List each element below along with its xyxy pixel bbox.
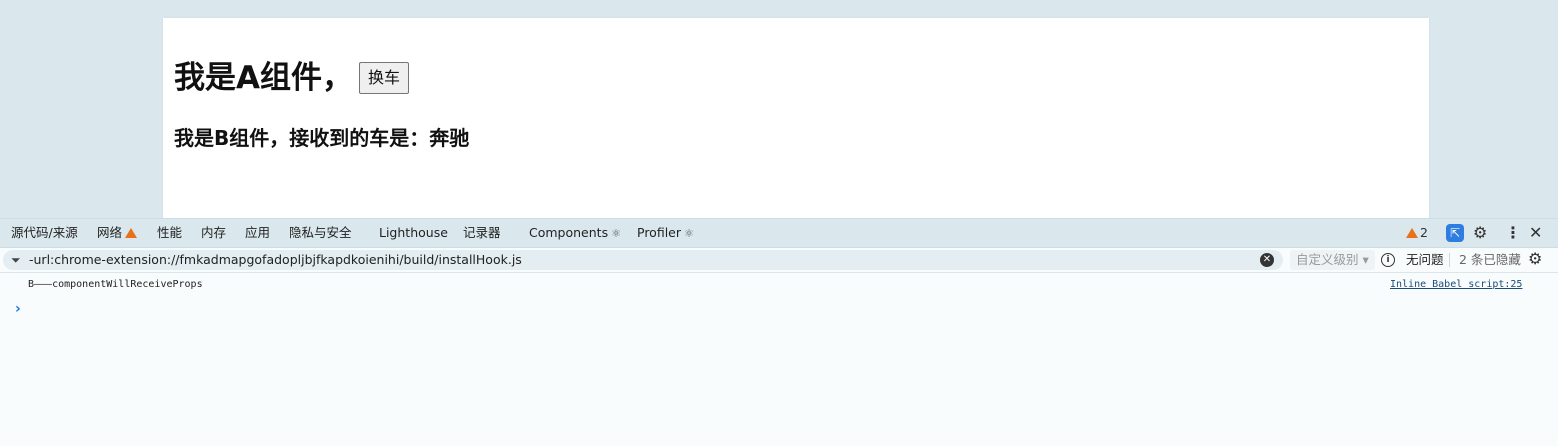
tab-memory[interactable]: 内存	[201, 219, 226, 247]
devtools-panel: 源代码/来源 网络 性能 内存 应用 隐私与安全 Lighthouse 记录器 …	[0, 218, 1558, 446]
warning-icon	[1406, 228, 1418, 238]
warnings-badge[interactable]: 2	[1406, 219, 1428, 247]
page-preview: 我是A组件， 换车 我是B组件，接收到的车是：奔驰	[163, 18, 1429, 218]
divider	[1449, 253, 1450, 267]
warning-icon	[125, 228, 138, 238]
tab-sources[interactable]: 源代码/来源	[11, 219, 78, 247]
info-icon[interactable]: i	[1381, 253, 1395, 267]
log-level-label: 自定义级别	[1296, 252, 1359, 267]
console-source-link[interactable]: Inline Babel script:25	[1390, 279, 1522, 290]
tab-profiler[interactable]: Profiler ⚛	[637, 219, 694, 247]
close-icon[interactable]: ✕	[1529, 219, 1542, 247]
console-filterbar: ⏷ -url:chrome-extension://fmkadmapgofado…	[0, 248, 1558, 273]
tab-application[interactable]: 应用	[245, 219, 270, 247]
tab-performance[interactable]: 性能	[157, 219, 182, 247]
tab-network-label: 网络	[97, 225, 123, 240]
clear-icon[interactable]: ✕	[1260, 253, 1274, 267]
react-icon: ⚛	[684, 227, 694, 240]
tab-network[interactable]: 网络	[97, 219, 138, 247]
prompt-icon[interactable]: ›	[15, 301, 21, 317]
hidden-messages-count: 2 条已隐藏	[1459, 252, 1521, 267]
component-a-title: 我是A组件，	[174, 60, 353, 96]
tab-profiler-label: Profiler	[637, 225, 682, 240]
tab-recorder[interactable]: 记录器	[463, 219, 501, 247]
swap-car-button[interactable]: 换车	[359, 61, 410, 94]
filter-icon: ⏷	[11, 253, 21, 267]
more-icon[interactable]: ⋮	[1505, 219, 1521, 247]
tab-components[interactable]: Components ⚛	[529, 219, 621, 247]
warning-count: 2	[1420, 225, 1428, 240]
component-b-heading: 我是B组件，接收到的车是：奔驰	[174, 126, 470, 150]
issues-status[interactable]: 无问题	[1406, 250, 1444, 270]
console-message: B———componentWillReceiveProps	[28, 279, 203, 290]
react-icon: ⚛	[611, 227, 621, 240]
log-level-select[interactable]: 自定义级别 ▾	[1290, 250, 1375, 270]
console-filter-input[interactable]: ⏷ -url:chrome-extension://fmkadmapgofado…	[3, 250, 1283, 270]
component-a-heading: 我是A组件， 换车	[174, 52, 410, 97]
settings-icon[interactable]: ⚙	[1473, 219, 1487, 247]
tab-lighthouse[interactable]: Lighthouse	[379, 219, 448, 247]
dock-icon[interactable]: ⇱	[1446, 224, 1464, 242]
console-settings-icon[interactable]: ⚙	[1528, 249, 1542, 268]
devtools-tabbar: 源代码/来源 网络 性能 内存 应用 隐私与安全 Lighthouse 记录器 …	[0, 219, 1558, 248]
filter-text: -url:chrome-extension://fmkadmapgofadopl…	[29, 252, 522, 267]
tab-privacy-security[interactable]: 隐私与安全	[289, 219, 352, 247]
tab-components-label: Components	[529, 225, 609, 240]
